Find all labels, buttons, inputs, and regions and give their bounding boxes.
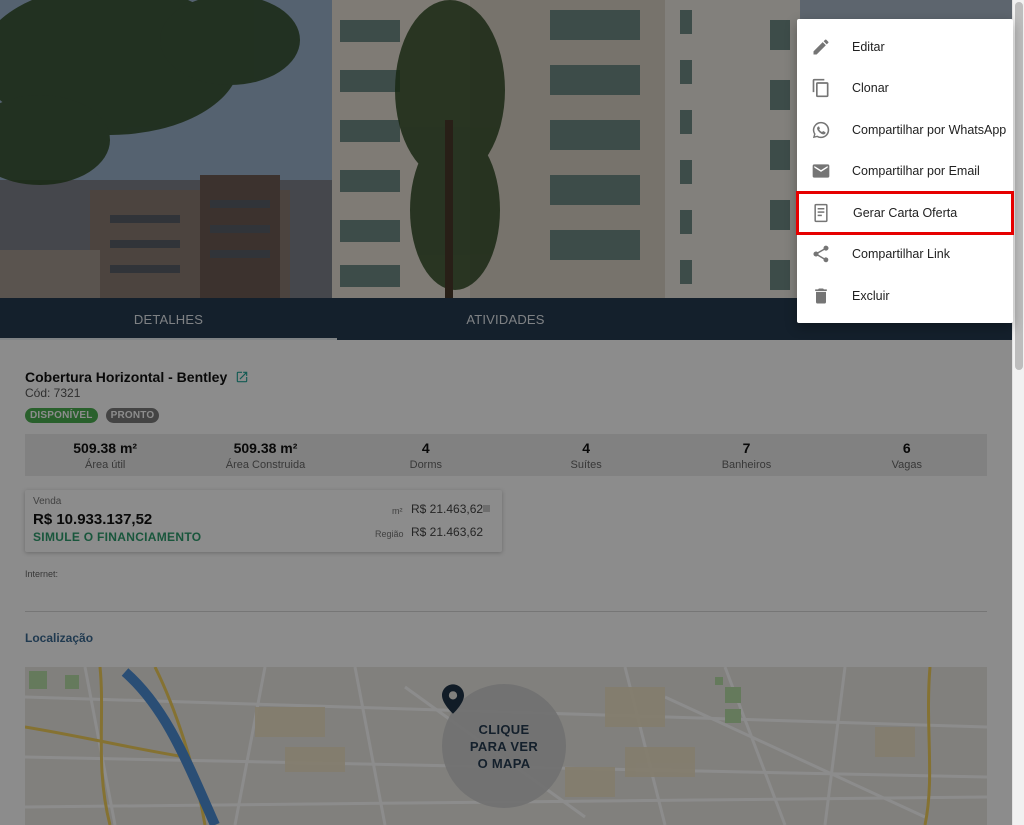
email-icon (810, 160, 832, 182)
menu-item-generate-offer-letter[interactable]: Gerar Carta Oferta (796, 191, 1014, 235)
menu-item-clone[interactable]: Clonar (797, 68, 1013, 110)
pencil-icon (810, 36, 832, 58)
menu-item-share-email[interactable]: Compartilhar por Email (797, 151, 1013, 193)
scrollbar-thumb[interactable] (1015, 2, 1023, 370)
share-icon (810, 243, 832, 265)
whatsapp-icon (810, 119, 832, 141)
menu-item-share-whatsapp[interactable]: Compartilhar por WhatsApp (797, 109, 1013, 151)
copy-icon (810, 77, 832, 99)
menu-item-share-link[interactable]: Compartilhar Link (797, 234, 1013, 276)
trash-icon (810, 285, 832, 307)
property-actions-menu: Editar Clonar Compartilhar por WhatsApp … (796, 19, 1014, 323)
page-scrollbar[interactable] (1012, 0, 1024, 825)
menu-item-edit[interactable]: Editar (797, 26, 1013, 68)
document-icon (810, 202, 832, 224)
menu-item-delete[interactable]: Excluir (797, 275, 1013, 317)
